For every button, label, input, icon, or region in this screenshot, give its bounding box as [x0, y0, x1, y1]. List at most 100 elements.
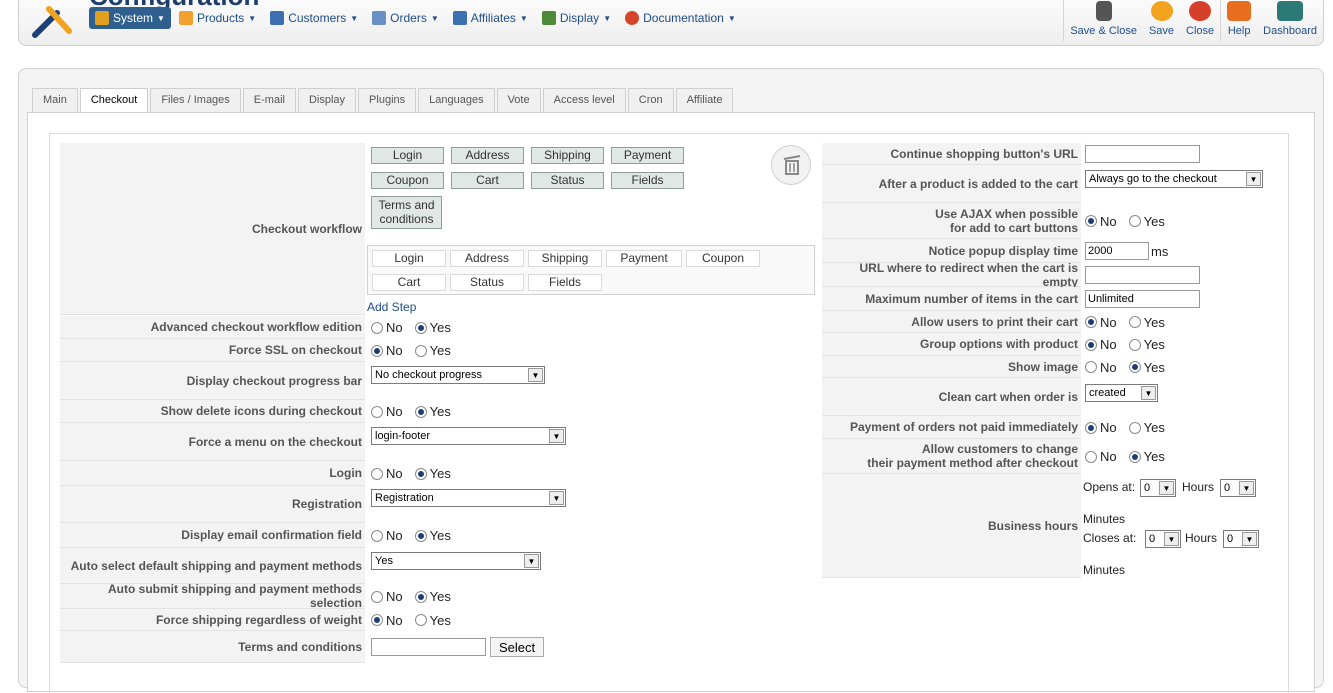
menu-customers[interactable]: Customers ▼: [264, 7, 364, 29]
login-yes[interactable]: Yes: [414, 466, 451, 481]
workflow-step-fields[interactable]: Fields: [611, 172, 684, 189]
force-shipping-row: Force shipping regardless of weight No Y…: [60, 609, 463, 631]
auto-select-select[interactable]: Yes ▼: [371, 552, 541, 570]
open-minute-select[interactable]: 0 ▼: [1220, 479, 1256, 497]
group-options-yes[interactable]: Yes: [1128, 337, 1165, 352]
workflow-step-cart[interactable]: Cart: [451, 172, 524, 189]
help-button[interactable]: Help: [1221, 0, 1257, 45]
unpaid-no[interactable]: No: [1085, 420, 1117, 435]
pool-step-fields[interactable]: Fields: [528, 274, 602, 291]
radio-button-selected: [414, 529, 427, 542]
pool-step-shipping[interactable]: Shipping: [528, 250, 602, 267]
add-step-link[interactable]: Add Step: [367, 300, 416, 314]
empty-redirect-input[interactable]: [1085, 266, 1200, 284]
workflow-step-login[interactable]: Login: [371, 147, 444, 164]
save-button[interactable]: Save: [1143, 0, 1180, 45]
popup-time-input[interactable]: 2000: [1085, 242, 1149, 260]
menu-orders[interactable]: Orders ▼: [366, 7, 445, 29]
tab-checkout[interactable]: Checkout: [79, 88, 149, 114]
login-no[interactable]: No: [371, 466, 403, 481]
email-confirm-yes[interactable]: Yes: [414, 528, 451, 543]
dropdown-arrow-icon: ▼: [1242, 532, 1257, 546]
change-payment-no[interactable]: No: [1085, 449, 1117, 464]
close-button[interactable]: Close: [1180, 0, 1220, 45]
tab-display[interactable]: Display: [297, 88, 357, 112]
workflow-step-terms[interactable]: Terms and conditions: [371, 196, 442, 229]
login-row: Login No Yes: [60, 461, 463, 486]
radio-label: Yes: [1143, 213, 1165, 229]
pool-step-coupon[interactable]: Coupon: [686, 250, 760, 267]
print-cart-yes[interactable]: Yes: [1128, 315, 1165, 330]
pool-step-address[interactable]: Address: [450, 250, 524, 267]
workflow-step-payment[interactable]: Payment: [611, 147, 684, 164]
unpaid-yes[interactable]: Yes: [1128, 420, 1165, 435]
change-payment-yes[interactable]: Yes: [1128, 449, 1165, 464]
workflow-step-status[interactable]: Status: [531, 172, 604, 189]
delete-icons-yes[interactable]: Yes: [414, 404, 451, 419]
tab-main[interactable]: Main: [32, 88, 78, 112]
change-payment-label-line-2: their payment method after checkout: [867, 456, 1078, 470]
pool-step-payment[interactable]: Payment: [606, 250, 682, 267]
menu-affiliates[interactable]: Affiliates ▼: [447, 7, 534, 29]
after-add-select[interactable]: Always go to the checkout ▼: [1085, 170, 1263, 188]
registration-select[interactable]: Registration ▼: [371, 489, 566, 507]
radio-label: No: [386, 589, 403, 604]
pool-step-status[interactable]: Status: [450, 274, 524, 291]
empty-redirect-label: URL where to redirect when the cart is e…: [822, 261, 1081, 289]
dashboard-label: Dashboard: [1263, 25, 1317, 37]
auto-submit-yes[interactable]: Yes: [414, 589, 451, 604]
select-value: Yes: [375, 555, 393, 567]
tab-cron[interactable]: Cron: [627, 88, 674, 112]
tab-affiliate[interactable]: Affiliate: [675, 88, 734, 112]
select-value: login-footer: [375, 430, 431, 442]
menu-documentation[interactable]: Documentation ▼: [619, 7, 742, 29]
force-menu-select[interactable]: login-footer ▼: [371, 427, 566, 445]
advanced-workflow-no[interactable]: No: [371, 320, 403, 335]
print-cart-no[interactable]: No: [1085, 315, 1117, 330]
max-items-input[interactable]: Unlimited: [1085, 290, 1200, 308]
email-confirm-no[interactable]: No: [371, 528, 403, 543]
registration-row: Registration Registration ▼: [60, 486, 566, 523]
continue-url-input[interactable]: [1085, 145, 1200, 163]
tab-vote[interactable]: Vote: [496, 88, 541, 112]
tab-languages[interactable]: Languages: [418, 88, 495, 112]
save-close-button[interactable]: Save & Close: [1064, 0, 1143, 45]
delete-icons-no[interactable]: No: [371, 404, 403, 419]
pool-step-cart[interactable]: Cart: [372, 274, 446, 291]
tab-access-level[interactable]: Access level: [542, 88, 626, 112]
force-ssl-no[interactable]: No: [371, 343, 403, 358]
force-shipping-yes[interactable]: Yes: [414, 613, 451, 628]
clean-cart-select[interactable]: created ▼: [1085, 384, 1158, 402]
workflow-step-shipping[interactable]: Shipping: [531, 147, 604, 164]
workflow-step-coupon[interactable]: Coupon: [371, 172, 444, 189]
show-image-yes[interactable]: Yes: [1128, 360, 1165, 375]
open-hour-select[interactable]: 0 ▼: [1140, 479, 1176, 497]
advanced-workflow-yes[interactable]: Yes: [414, 320, 451, 335]
close-hour-select[interactable]: 0 ▼: [1145, 530, 1181, 548]
workflow-step-address[interactable]: Address: [451, 147, 524, 164]
workflow-trash-button[interactable]: [771, 145, 811, 185]
menu-label: Documentation: [643, 11, 724, 25]
force-ssl-yes[interactable]: Yes: [414, 343, 451, 358]
after-add-row: After a product is added to the cart Alw…: [822, 165, 1263, 203]
tab-plugins[interactable]: Plugins: [358, 88, 417, 112]
radio-label: Yes: [1143, 337, 1165, 352]
ajax-no[interactable]: No: [1085, 214, 1117, 229]
menu-products[interactable]: Products ▼: [173, 7, 262, 29]
dashboard-button[interactable]: Dashboard: [1257, 0, 1323, 45]
progress-bar-select[interactable]: No checkout progress ▼: [371, 366, 545, 384]
tab-email[interactable]: E-mail: [242, 88, 296, 112]
pool-step-login[interactable]: Login: [372, 250, 446, 267]
menu-display[interactable]: Display ▼: [536, 7, 617, 29]
terms-input[interactable]: [371, 638, 486, 656]
group-options-no[interactable]: No: [1085, 337, 1117, 352]
force-menu-row: Force a menu on the checkout login-foote…: [60, 423, 566, 461]
terms-select-button[interactable]: Select: [490, 637, 545, 657]
auto-submit-no[interactable]: No: [371, 589, 403, 604]
close-minute-select[interactable]: 0 ▼: [1223, 530, 1259, 548]
ajax-yes[interactable]: Yes: [1128, 213, 1165, 229]
force-shipping-no[interactable]: No: [371, 613, 403, 628]
tab-files-images[interactable]: Files / Images: [150, 88, 241, 112]
menu-system[interactable]: System ▼: [89, 7, 171, 29]
show-image-no[interactable]: No: [1085, 360, 1117, 375]
